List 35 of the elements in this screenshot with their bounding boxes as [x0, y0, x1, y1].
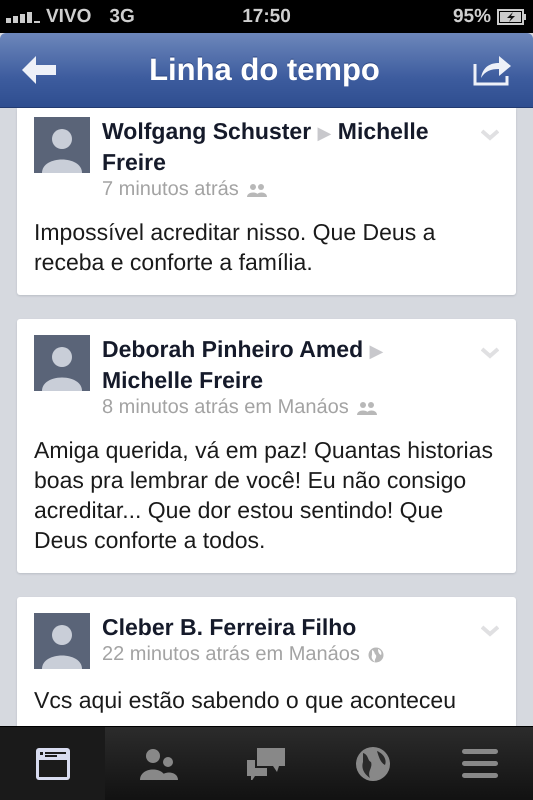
battery-percent: 95%: [452, 6, 491, 28]
share-icon: [472, 54, 513, 86]
chevron-icon: [481, 625, 499, 637]
tab-button[interactable]: [0, 727, 105, 800]
post-time: 7 minutos atrás: [102, 178, 239, 201]
menu-icon: [462, 748, 498, 778]
post-text: Impossível acreditar nisso. Que Deus a receba e conforte a família.: [34, 218, 436, 277]
post-text: Vcs aqui estão sabendo o que aconteceu: [34, 686, 457, 715]
globe-icon: [368, 646, 384, 662]
news-feed-icon: [36, 748, 70, 780]
post-heading[interactable]: Wolfgang Schuster ▶ Michelle Freire: [102, 117, 473, 176]
chevron-icon: [481, 129, 499, 141]
network-type: 3G: [109, 6, 135, 28]
carrier-name: VIVO: [46, 6, 92, 28]
chevron-icon: [481, 347, 499, 359]
post-time: 22 minutos atrás em Manáos: [102, 643, 360, 666]
post-heading[interactable]: Deborah Pinheiro Amed ▶ Michelle Freire: [102, 335, 473, 394]
friends-icon: [356, 400, 377, 414]
friends-icon: [246, 182, 267, 196]
post-time: 8 minutos atrás em Manáos: [102, 396, 349, 419]
avatar: [34, 335, 90, 391]
avatar: [34, 117, 90, 173]
clock: 17:50: [242, 6, 291, 28]
friends-icon: [140, 748, 178, 780]
author-name[interactable]: Cleber B. Ferreira Filho: [102, 613, 473, 641]
back-arrow-icon: [22, 56, 56, 84]
back-button[interactable]: [22, 56, 56, 84]
post-text: Amiga querida, vá em paz! Quantas historias boas pra lembrar de você! Eu não consigo acreditar... Que dor estou sentindo! Que Deus conforte a todos.: [34, 436, 494, 555]
share-button[interactable]: [472, 54, 513, 86]
battery-icon: [497, 8, 527, 24]
globe-icon: [356, 746, 390, 780]
chat-bubbles-icon: [246, 748, 284, 780]
page-title: Linha do tempo: [149, 52, 380, 88]
avatar: [34, 613, 90, 669]
signal-icon: [6, 10, 40, 22]
